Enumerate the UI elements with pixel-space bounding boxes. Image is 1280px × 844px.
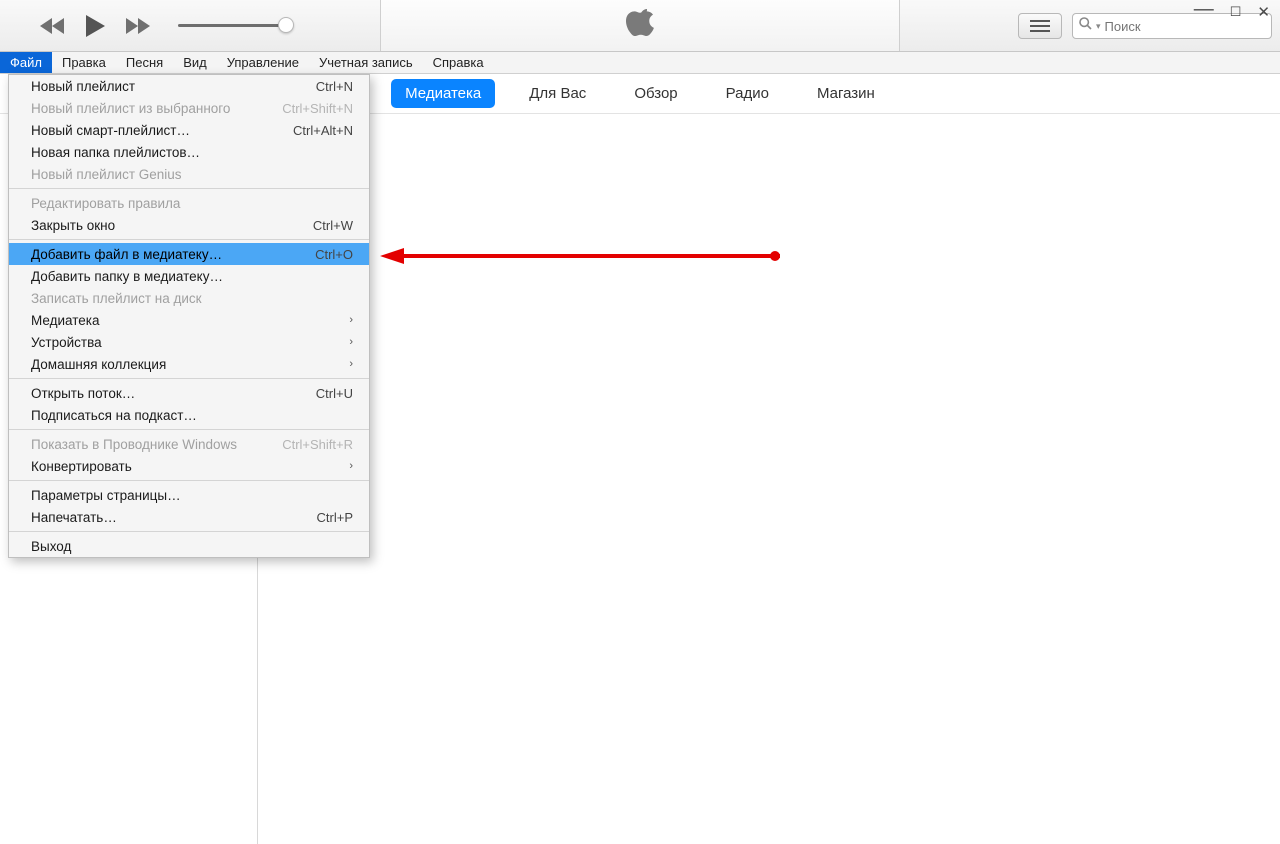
close-button[interactable]: ✕ (1257, 5, 1270, 25)
menu-item: Новый плейлист из выбранного Ctrl+Shift+N (9, 97, 369, 119)
menu-item-label: Домашняя коллекция (31, 357, 166, 372)
menu-item[interactable]: Конвертировать › (9, 455, 369, 477)
play-button[interactable] (84, 14, 106, 38)
menu-item-label: Новый смарт-плейлист… (31, 123, 190, 138)
menu-item-label: Выход (31, 539, 71, 554)
menu-separator (9, 480, 369, 481)
menu-separator (9, 429, 369, 430)
menu-item-shortcut: Ctrl+Shift+R (282, 437, 353, 452)
menu-item: Записать плейлист на диск (9, 287, 369, 309)
chevron-down-icon: ▾ (1096, 21, 1101, 32)
menu-separator (9, 188, 369, 189)
maximize-button[interactable]: ☐ (1230, 5, 1242, 25)
menu-item-label: Новая папка плейлистов… (31, 145, 200, 160)
menu-item-shortcut: Ctrl+Shift+N (282, 101, 353, 116)
menu-item-label: Напечатать… (31, 510, 117, 525)
menu-item-label: Открыть поток… (31, 386, 135, 401)
menu-item[interactable]: Медиатека › (9, 309, 369, 331)
menu-item-label: Подписаться на подкаст… (31, 408, 197, 423)
menu-item-shortcut: Ctrl+O (315, 247, 353, 262)
tab-1[interactable]: Для Вас (515, 79, 600, 108)
menu-item: Редактировать правила (9, 192, 369, 214)
menu-файл[interactable]: Файл (0, 52, 52, 73)
tab-4[interactable]: Магазин (803, 79, 889, 108)
minimize-button[interactable]: — (1194, 0, 1214, 19)
menu-item-shortcut: Ctrl+P (317, 510, 353, 525)
volume-slider[interactable] (178, 24, 288, 27)
menu-item-label: Параметры страницы… (31, 488, 181, 503)
now-playing-display (380, 0, 900, 51)
menu-песня[interactable]: Песня (116, 52, 173, 73)
menu-item-label: Устройства (31, 335, 102, 350)
menu-item[interactable]: Новая папка плейлистов… (9, 141, 369, 163)
next-button[interactable] (124, 17, 150, 35)
tab-0[interactable]: Медиатека (391, 79, 495, 108)
menu-item-label: Добавить файл в медиатеку… (31, 247, 222, 262)
menu-item[interactable]: Напечатать… Ctrl+P (9, 506, 369, 528)
menu-item: Показать в Проводнике Windows Ctrl+Shift+… (9, 433, 369, 455)
menu-item[interactable]: Открыть поток… Ctrl+U (9, 382, 369, 404)
chevron-right-icon: › (349, 314, 353, 326)
menu-item[interactable]: Устройства › (9, 331, 369, 353)
menu-separator (9, 378, 369, 379)
menu-item-label: Добавить папку в медиатеку… (31, 269, 223, 284)
menu-item[interactable]: Новый смарт-плейлист… Ctrl+Alt+N (9, 119, 369, 141)
menu-правка[interactable]: Правка (52, 52, 116, 73)
menu-item[interactable]: Подписаться на подкаст… (9, 404, 369, 426)
menu-item-label: Записать плейлист на диск (31, 291, 202, 306)
menu-item[interactable]: Добавить папку в медиатеку… (9, 265, 369, 287)
menu-item[interactable]: Новый плейлист Ctrl+N (9, 75, 369, 97)
menu-item-shortcut: Ctrl+U (316, 386, 353, 401)
menu-item-label: Конвертировать (31, 459, 132, 474)
chevron-right-icon: › (349, 358, 353, 370)
chevron-right-icon: › (349, 336, 353, 348)
tab-2[interactable]: Обзор (620, 79, 691, 108)
menu-справка[interactable]: Справка (423, 52, 494, 73)
previous-button[interactable] (40, 17, 66, 35)
apple-logo-icon (626, 7, 654, 44)
main-panel (258, 114, 1280, 844)
menu-item[interactable]: Выход (9, 535, 369, 557)
menu-учетная запись[interactable]: Учетная запись (309, 52, 423, 73)
menu-item-shortcut: Ctrl+Alt+N (293, 123, 353, 138)
playback-controls (40, 14, 150, 38)
player-toolbar: ▾ (0, 0, 1280, 52)
tab-3[interactable]: Радио (712, 79, 783, 108)
menu-item[interactable]: Домашняя коллекция › (9, 353, 369, 375)
menu-item[interactable]: Добавить файл в медиатеку… Ctrl+O (9, 243, 369, 265)
menu-item[interactable]: Параметры страницы… (9, 484, 369, 506)
menu-item-label: Медиатека (31, 313, 100, 328)
menu-item-label: Закрыть окно (31, 218, 115, 233)
menu-вид[interactable]: Вид (173, 52, 217, 73)
file-menu-dropdown: Новый плейлист Ctrl+N Новый плейлист из вы… (8, 74, 370, 558)
menu-separator (9, 239, 369, 240)
chevron-right-icon: › (349, 460, 353, 472)
menu-item-label: Показать в Проводнике Windows (31, 437, 237, 452)
menu-item-label: Новый плейлист Genius (31, 167, 182, 182)
menu-item-label: Новый плейлист из выбранного (31, 101, 230, 116)
menu-item-shortcut: Ctrl+N (316, 79, 353, 94)
menu-item-shortcut: Ctrl+W (313, 218, 353, 233)
menu-item-label: Редактировать правила (31, 196, 180, 211)
menu-separator (9, 531, 369, 532)
menu-bar: ФайлПравкаПесняВидУправлениеУчетная запи… (0, 52, 1280, 74)
search-icon (1079, 17, 1092, 35)
menu-item[interactable]: Закрыть окно Ctrl+W (9, 214, 369, 236)
menu-управление[interactable]: Управление (217, 52, 309, 73)
menu-item: Новый плейлист Genius (9, 163, 369, 185)
menu-item-label: Новый плейлист (31, 79, 135, 94)
list-view-button[interactable] (1018, 13, 1062, 39)
